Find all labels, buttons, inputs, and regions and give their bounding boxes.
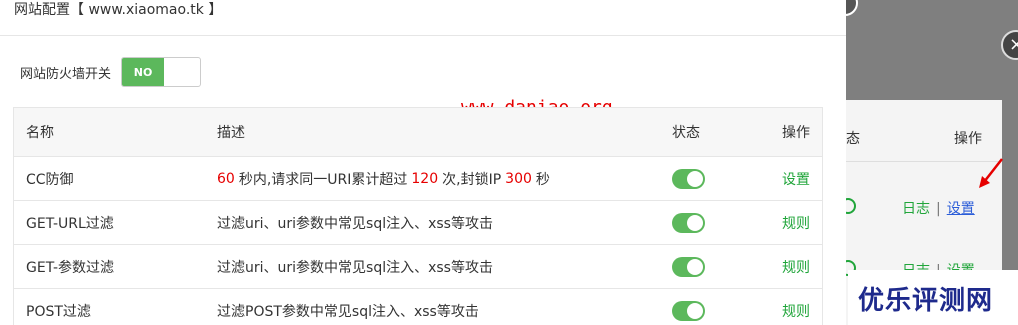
rule-desc: 过滤uri、uri参数中常见sql注入、xss等攻击 xyxy=(217,215,493,232)
rule-name: GET-URL过滤 xyxy=(26,215,114,232)
firewall-switch-row: 网站防火墙开关 NO xyxy=(20,56,202,88)
rules-table: 名称 描述 状态 操作 CC防御 60 秒内,请求同一URI累计超过 120 次… xyxy=(13,107,823,325)
close-icon: × xyxy=(1009,34,1018,55)
background-row-links: 日志 | 设置 xyxy=(902,198,975,218)
settings-link[interactable]: 设置 xyxy=(947,201,975,217)
firewall-switch-state: NO xyxy=(122,58,165,86)
cc-count-value: 120 xyxy=(411,170,439,187)
rules-link[interactable]: 规则 xyxy=(782,257,810,277)
rule-desc: 过滤POST参数中常见sql注入、xss等攻击 xyxy=(217,303,479,320)
red-arrow-icon xyxy=(979,158,1003,188)
rules-link[interactable]: 规则 xyxy=(782,213,810,233)
rule-desc-text: 秒 xyxy=(535,171,550,188)
firewall-switch[interactable]: NO xyxy=(121,57,202,87)
cc-block-value: 300 xyxy=(505,170,532,187)
background-status-header: 态 xyxy=(846,131,860,147)
status-toggle[interactable] xyxy=(672,300,705,321)
status-toggle[interactable] xyxy=(672,168,705,189)
table-row: GET-URL过滤 过滤uri、uri参数中常见sql注入、xss等攻击 规则 xyxy=(14,201,822,245)
header-op: 操作 xyxy=(782,125,810,141)
status-toggle[interactable] xyxy=(672,256,705,277)
dialog-title: 网站配置【 www.xiaomao.tk 】 xyxy=(0,0,846,36)
cc-seconds-value: 60 xyxy=(217,170,235,187)
status-toggle[interactable] xyxy=(672,212,705,233)
table-row: CC防御 60 秒内,请求同一URI累计超过 120 次,封锁IP 300 秒 … xyxy=(14,157,822,201)
rule-desc-text: 次,封锁IP xyxy=(442,171,502,188)
rule-name: POST过滤 xyxy=(26,303,91,320)
log-link[interactable]: 日志 xyxy=(902,201,930,217)
rule-desc-text: 秒内,请求同一URI累计超过 xyxy=(238,171,408,188)
settings-link[interactable]: 设置 xyxy=(782,169,810,189)
link-separator: | xyxy=(936,201,941,217)
header-desc: 描述 xyxy=(217,125,245,141)
site-config-dialog: 网站配置【 www.xiaomao.tk 】 网站防火墙开关 NO www.da… xyxy=(0,0,846,325)
background-table-header: 态 操作 xyxy=(846,100,1002,162)
rule-desc: 60 秒内,请求同一URI累计超过 120 次,封锁IP 300 秒 xyxy=(217,157,550,200)
table-row: POST过滤 过滤POST参数中常见sql注入、xss等攻击 规则 xyxy=(14,289,822,325)
header-name: 名称 xyxy=(26,125,54,141)
table-row: GET-参数过滤 过滤uri、uri参数中常见sql注入、xss等攻击 规则 xyxy=(14,245,822,289)
rule-desc: 过滤uri、uri参数中常见sql注入、xss等攻击 xyxy=(217,259,493,276)
rule-name: CC防御 xyxy=(26,171,74,188)
rules-link[interactable]: 规则 xyxy=(782,301,810,321)
corner-watermark: 优乐评测网 xyxy=(858,286,994,316)
background-op-header: 操作 xyxy=(954,131,982,147)
table-header: 名称 描述 状态 操作 xyxy=(14,108,822,157)
rule-name: GET-参数过滤 xyxy=(26,259,115,276)
firewall-switch-label: 网站防火墙开关 xyxy=(20,66,112,82)
header-status: 状态 xyxy=(672,125,700,141)
